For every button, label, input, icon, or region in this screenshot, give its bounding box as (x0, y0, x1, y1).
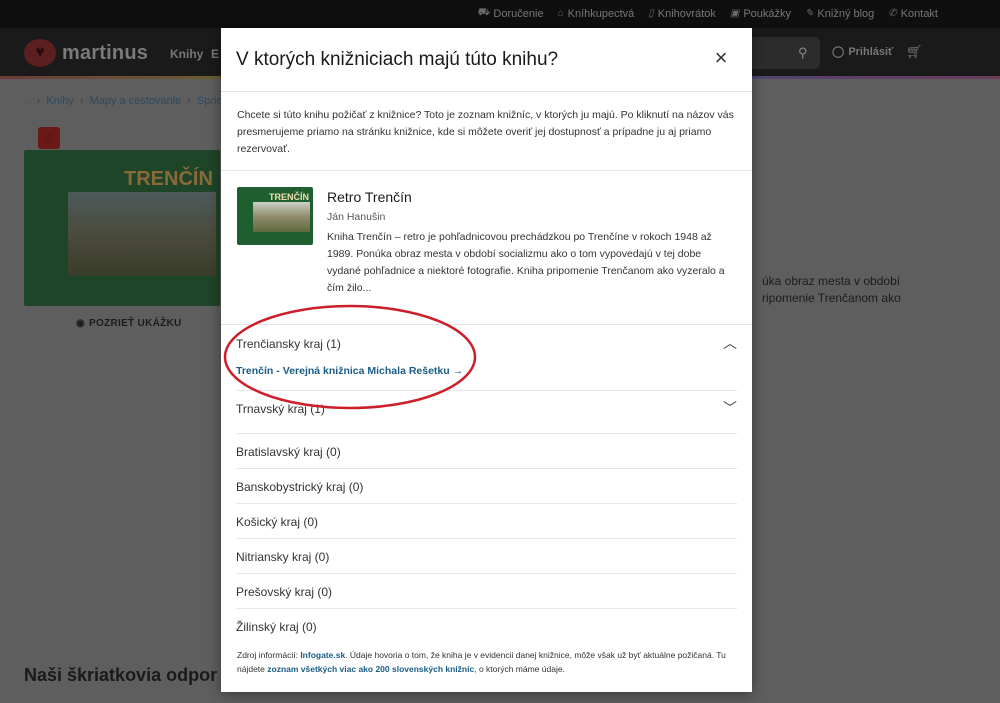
book-cover-thumbnail: TRENČÍN (237, 187, 313, 245)
cover-photo (68, 192, 216, 276)
library-city: Trenčín - (236, 365, 280, 377)
region-bratislavsky: Bratislavský kraj (0) (236, 434, 737, 469)
book-cover-large[interactable]: TRENČÍN (24, 150, 220, 306)
book-return-icon: ▯ (648, 8, 654, 19)
book-title: Retro Trenčín (327, 189, 412, 205)
logo[interactable]: ♥ martinus (24, 39, 148, 67)
arrow-right-icon: → (452, 365, 464, 377)
preview-button[interactable]: ◉ POZRIEŤ UKÁŽKU (76, 318, 182, 329)
logo-heart-icon: ♥ (24, 39, 56, 67)
breadcrumb-separator: › (187, 95, 191, 107)
region-label: Trenčiansky kraj (1) (236, 337, 341, 351)
user-icon: ◯ (832, 46, 845, 58)
region-label: Bratislavský kraj (0) (236, 445, 341, 459)
chevron-up-icon[interactable]: ︿ (723, 333, 737, 353)
source-note: Zdroj informácií: Infogate.sk. Údaje hov… (237, 648, 727, 676)
region-banskobystricky: Banskobystrický kraj (0) (236, 469, 737, 504)
pen-icon: ✎ (805, 8, 814, 19)
home-icon[interactable]: ⌂ (24, 95, 31, 107)
cart-icon[interactable]: 🛒︎ (906, 44, 923, 60)
chevron-down-icon[interactable]: ﹀ (723, 398, 737, 418)
region-presovsky: Prešovský kraj (0) (236, 574, 737, 609)
top-link-vouchers[interactable]: ▣ Poukážky (730, 7, 791, 20)
region-zilinsky: Žilinský kraj (0) (236, 609, 737, 644)
region-trenciansky[interactable]: Trenčiansky kraj (1) ︿ Trenčín - Verejná… (236, 325, 737, 391)
login-label: Prihlásiť (848, 45, 894, 58)
modal-header: V ktorých knižniciach majú túto knihu? × (221, 28, 752, 92)
recommendations-heading: Naši škriatkovia odpor (24, 665, 218, 685)
preview-label: POZRIEŤ UKÁŽKU (89, 318, 182, 329)
search-icon[interactable]: ⚲ (798, 45, 808, 61)
store-icon: ⌂ (557, 8, 564, 19)
gift-icon: ▣ (729, 8, 740, 19)
background-description-line: ripomenie Trenčanom ako (762, 291, 901, 305)
login-button[interactable]: ◯ Prihlásiť (832, 45, 894, 59)
modal-title: V ktorých knižniciach majú túto knihu? (236, 49, 559, 70)
book-cover-photo (253, 202, 310, 232)
region-label: Žilinský kraj (0) (236, 620, 317, 634)
breadcrumb: ⌂ › Knihy › Mapy a cestovanie › Sprie (24, 95, 223, 107)
book-cover-text: TRENČÍN (269, 192, 309, 202)
book-author: Ján Hanušin (327, 211, 386, 223)
region-kosicky: Košický kraj (0) (236, 504, 737, 539)
book-summary: TRENČÍN Retro Trenčín Ján Hanušin Kniha … (221, 171, 752, 325)
cover-title: TRENČÍN (124, 168, 213, 190)
region-label: Prešovský kraj (0) (236, 585, 333, 599)
region-trnavsky[interactable]: Trnavský kraj (1) ﹀ (236, 391, 737, 434)
region-label: Nitriansky kraj (0) (236, 550, 330, 564)
library-list-link[interactable]: zoznam všetkých viac ako 200 slovenských… (267, 664, 474, 674)
breadcrumb-separator: › (79, 95, 84, 107)
close-icon[interactable]: × (710, 47, 732, 70)
source-prefix: Zdroj informácií: (237, 650, 298, 660)
library-name: Verejná knižnica Michala Rešetku (282, 365, 450, 377)
nav-ebooks[interactable]: E (211, 47, 219, 61)
top-bar: ⛟ Doručenie ⌂ Kníhkupectvá ▯ Knihovrátok ▣ P… (0, 0, 1000, 28)
breadcrumb-item[interactable]: Mapy a cestovanie (90, 95, 182, 107)
logo-text: martinus (62, 41, 149, 64)
source-suffix: , o ktorých máme údaje. (474, 664, 565, 674)
region-label: Trnavský kraj (1) (236, 402, 325, 416)
modal-intro: Chcete si túto knihu požičať z knižnice?… (221, 92, 752, 171)
region-nitriansky: Nitriansky kraj (0) (236, 539, 737, 574)
background-description: úka obraz mesta v období ripomenie Trenč… (762, 273, 992, 307)
breadcrumb-item[interactable]: Sprie (197, 95, 223, 107)
phone-icon: ✆ (888, 8, 897, 19)
breadcrumb-item[interactable]: Knihy (46, 95, 74, 107)
top-link-contact[interactable]: ✆ Kontakt (888, 7, 938, 20)
top-link-blog[interactable]: ✎ Knižný blog (805, 7, 874, 20)
truck-icon: ⛟ (476, 7, 490, 18)
background-description-line: úka obraz mesta v období (762, 274, 901, 288)
breadcrumb-separator: › (36, 95, 41, 107)
top-link-bookstores[interactable]: ⌂ Kníhkupectvá (558, 7, 635, 20)
region-label: Košický kraj (0) (236, 515, 319, 529)
region-label: Banskobystrický kraj (0) (236, 480, 364, 494)
top-links: ⛟ Doručenie ⌂ Kníhkupectvá ▯ Knihovrátok ▣ P… (477, 7, 938, 20)
top-link-book-return[interactable]: ▯ Knihovrátok (648, 7, 716, 20)
library-availability-modal: V ktorých knižniciach majú túto knihu? ×… (221, 28, 752, 692)
library-link[interactable]: Trenčín - Verejná knižnica Michala Rešet… (236, 365, 463, 377)
infogate-link[interactable]: Infogate.sk (300, 650, 345, 660)
heart-badge-icon[interactable]: ♡ (38, 127, 60, 149)
eye-icon: ◉ (76, 318, 86, 329)
search-input[interactable] (752, 37, 820, 69)
nav-books[interactable]: Knihy (170, 47, 203, 61)
top-link-delivery[interactable]: ⛟ Doručenie (477, 7, 544, 20)
book-description: Kniha Trenčín – retro je pohľadnicovou p… (327, 231, 725, 294)
